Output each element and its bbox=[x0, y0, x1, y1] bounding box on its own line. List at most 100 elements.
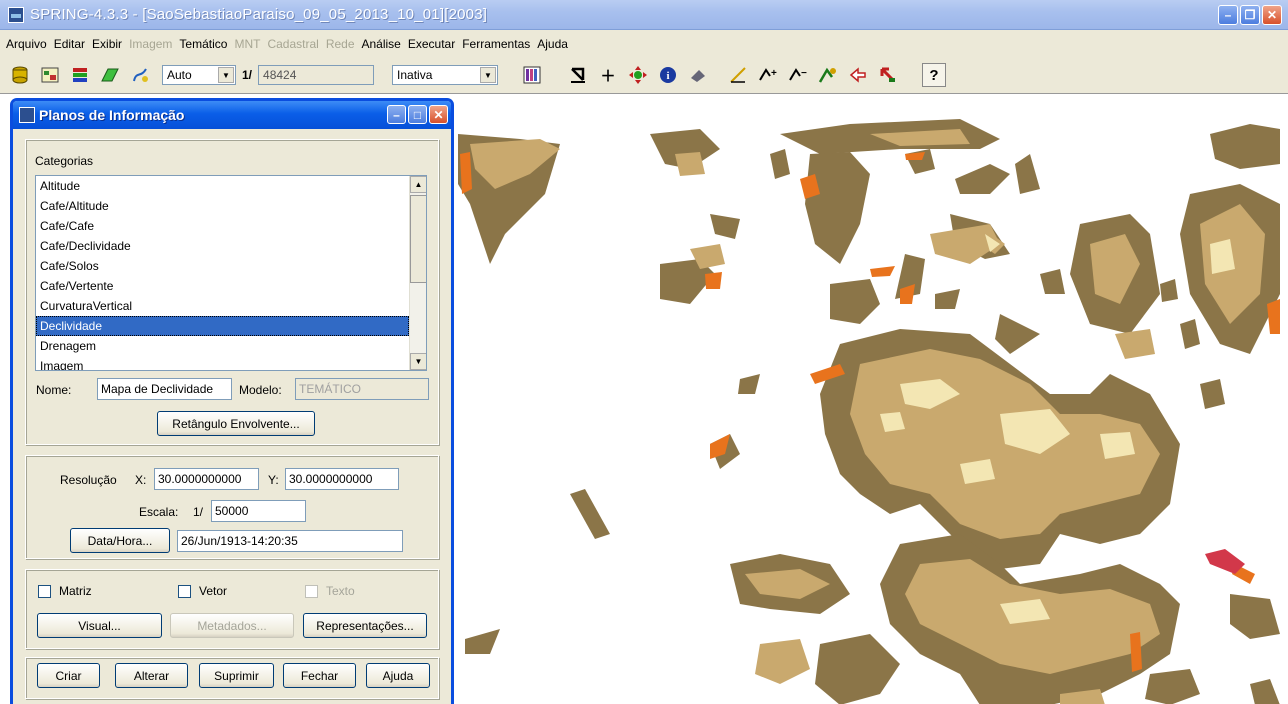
chevron-down-icon[interactable]: ▼ bbox=[218, 67, 234, 83]
menu-imagem: Imagem bbox=[129, 36, 173, 51]
list-item[interactable]: Drenagem bbox=[36, 336, 426, 356]
texto-checkbox-box bbox=[305, 584, 318, 598]
scroll-up-icon[interactable]: ▲ bbox=[410, 176, 426, 193]
scroll-down-icon[interactable]: ▼ bbox=[410, 353, 426, 370]
fechar-button[interactable]: Fechar bbox=[283, 663, 356, 688]
y-label: Y: bbox=[268, 473, 279, 487]
svg-text:i: i bbox=[666, 70, 669, 82]
dialog-minimize-button[interactable]: – bbox=[387, 105, 406, 124]
modelo-label: Modelo: bbox=[239, 383, 282, 397]
zoom-mode-value: Auto bbox=[167, 68, 192, 82]
dialog-maximize-button[interactable]: □ bbox=[408, 105, 427, 124]
draw-icon[interactable] bbox=[128, 63, 152, 87]
texto-checkbox: Texto bbox=[305, 584, 355, 598]
list-item[interactable]: Altitude bbox=[36, 176, 426, 196]
list-item[interactable]: Imagem bbox=[36, 356, 426, 370]
resolucao-label: Resolução bbox=[60, 473, 117, 487]
dialog-app-icon bbox=[19, 107, 35, 123]
info-icon[interactable]: i bbox=[656, 63, 680, 87]
pan-icon[interactable] bbox=[626, 63, 650, 87]
escala-prefix: 1/ bbox=[193, 505, 204, 519]
menu-ajuda[interactable]: Ajuda bbox=[537, 37, 568, 51]
menu-exibir[interactable]: Exibir bbox=[92, 37, 122, 51]
dialog-title: Planos de Informação bbox=[39, 107, 185, 123]
list-item[interactable]: Cafe/Declividade bbox=[36, 236, 426, 256]
state-select[interactable]: Inativa ▼ bbox=[392, 65, 499, 85]
polygon-icon[interactable] bbox=[98, 63, 122, 87]
list-item[interactable]: Cafe/Altitude bbox=[36, 196, 426, 216]
menu-arquivo[interactable]: Arquivo bbox=[6, 37, 47, 51]
spring-app-icon bbox=[8, 6, 24, 23]
menu-analise[interactable]: Análise bbox=[362, 37, 401, 51]
resolution-x-input[interactable]: 30.0000000000 bbox=[154, 468, 259, 490]
layers-icon[interactable] bbox=[68, 63, 92, 87]
vetor-label: Vetor bbox=[199, 584, 228, 598]
list-item[interactable]: Cafe/Solos bbox=[36, 256, 426, 276]
minimize-button[interactable]: – bbox=[1218, 5, 1238, 25]
dialog-window-controls: – □ ✕ bbox=[387, 105, 448, 124]
vetor-checkbox-box[interactable] bbox=[178, 584, 191, 598]
zoom-mode-select[interactable]: Auto ▼ bbox=[162, 65, 236, 85]
cursor-info-icon[interactable] bbox=[566, 63, 590, 87]
retangulo-envolvente-button[interactable]: Retângulo Envolvente... bbox=[157, 411, 315, 436]
measure-icon[interactable] bbox=[686, 63, 710, 87]
menu-ferramentas[interactable]: Ferramentas bbox=[462, 37, 530, 51]
dialog-title-bar[interactable]: Planos de Informação – □ ✕ bbox=[13, 101, 451, 129]
zoom-in-icon[interactable]: + bbox=[756, 63, 780, 87]
help-icon[interactable]: ? bbox=[922, 63, 947, 87]
edit-line-icon[interactable] bbox=[726, 63, 750, 87]
menu-rede: Rede bbox=[325, 36, 355, 51]
categories-scrollbar[interactable]: ▲ ▼ bbox=[409, 176, 426, 370]
alterar-button[interactable]: Alterar bbox=[115, 663, 188, 688]
nome-label: Nome: bbox=[36, 383, 72, 397]
data-hora-button[interactable]: Data/Hora... bbox=[70, 528, 170, 553]
project-icon[interactable] bbox=[38, 63, 62, 87]
texto-label: Texto bbox=[326, 584, 355, 598]
escala-label: Escala: bbox=[139, 505, 179, 519]
list-item[interactable]: Cafe/Vertente bbox=[36, 276, 426, 296]
criar-button[interactable]: Criar bbox=[37, 663, 100, 688]
planos-informacao-dialog: Planos de Informação – □ ✕ Categorias Al… bbox=[10, 98, 454, 704]
plus-icon[interactable]: ＋ bbox=[596, 63, 620, 87]
x-label: X: bbox=[135, 473, 147, 487]
chevron-down-icon[interactable]: ▼ bbox=[480, 67, 497, 83]
menu-executar[interactable]: Executar bbox=[408, 37, 455, 51]
matriz-checkbox[interactable]: Matriz bbox=[38, 584, 92, 598]
list-item[interactable]: Cafe/Cafe bbox=[36, 216, 426, 236]
categories-label: Categorias bbox=[35, 154, 94, 168]
suprimir-button[interactable]: Suprimir bbox=[199, 663, 274, 688]
vetor-checkbox[interactable]: Vetor bbox=[178, 584, 227, 598]
scale-field: 48424 bbox=[258, 65, 375, 85]
metadados-button: Metadados... bbox=[170, 613, 294, 638]
close-button[interactable]: ✕ bbox=[1262, 5, 1282, 25]
data-hora-field[interactable]: 26/Jun/1913-14:20:35 bbox=[177, 530, 403, 552]
zoom-area-icon[interactable] bbox=[816, 63, 840, 87]
toolbar: Auto ▼ 1/ 48424 Inativa ▼ ＋ i + − ? bbox=[0, 57, 1288, 93]
back-arrow-icon[interactable] bbox=[846, 63, 870, 87]
database-icon[interactable] bbox=[8, 63, 32, 87]
menu-editar[interactable]: Editar bbox=[54, 37, 85, 51]
representacoes-button[interactable]: Representações... bbox=[303, 613, 427, 638]
home-arrow-icon[interactable] bbox=[876, 63, 900, 87]
modelo-field: TEMÁTICO bbox=[295, 378, 429, 400]
list-item[interactable]: CurvaturaVertical bbox=[36, 296, 426, 316]
nome-input[interactable]: Mapa de Declividade bbox=[97, 378, 232, 400]
categories-listbox[interactable]: Altitude Cafe/Altitude Cafe/Cafe Cafe/De… bbox=[35, 175, 427, 371]
main-title-bar: SPRING-4.3.3 - [SaoSebastiaoParaiso_09_0… bbox=[0, 0, 1288, 30]
visual-button[interactable]: Visual... bbox=[37, 613, 162, 638]
zoom-out-icon[interactable]: − bbox=[786, 63, 810, 87]
state-value: Inativa bbox=[397, 68, 433, 82]
menu-tematico[interactable]: Temático bbox=[179, 37, 227, 51]
ajuda-button[interactable]: Ajuda bbox=[366, 663, 430, 688]
legend-icon[interactable] bbox=[520, 63, 544, 87]
window-controls: – ❐ ✕ bbox=[1218, 5, 1282, 25]
escala-input[interactable]: 50000 bbox=[211, 500, 306, 522]
list-item-selected[interactable]: Declividade bbox=[36, 316, 409, 336]
restore-button[interactable]: ❐ bbox=[1240, 5, 1260, 25]
resolution-y-input[interactable]: 30.0000000000 bbox=[285, 468, 399, 490]
matriz-checkbox-box[interactable] bbox=[38, 584, 51, 598]
scroll-thumb[interactable] bbox=[410, 195, 426, 283]
dialog-close-button[interactable]: ✕ bbox=[429, 105, 448, 124]
matriz-label: Matriz bbox=[59, 584, 92, 598]
scale-prefix: 1/ bbox=[242, 68, 253, 82]
